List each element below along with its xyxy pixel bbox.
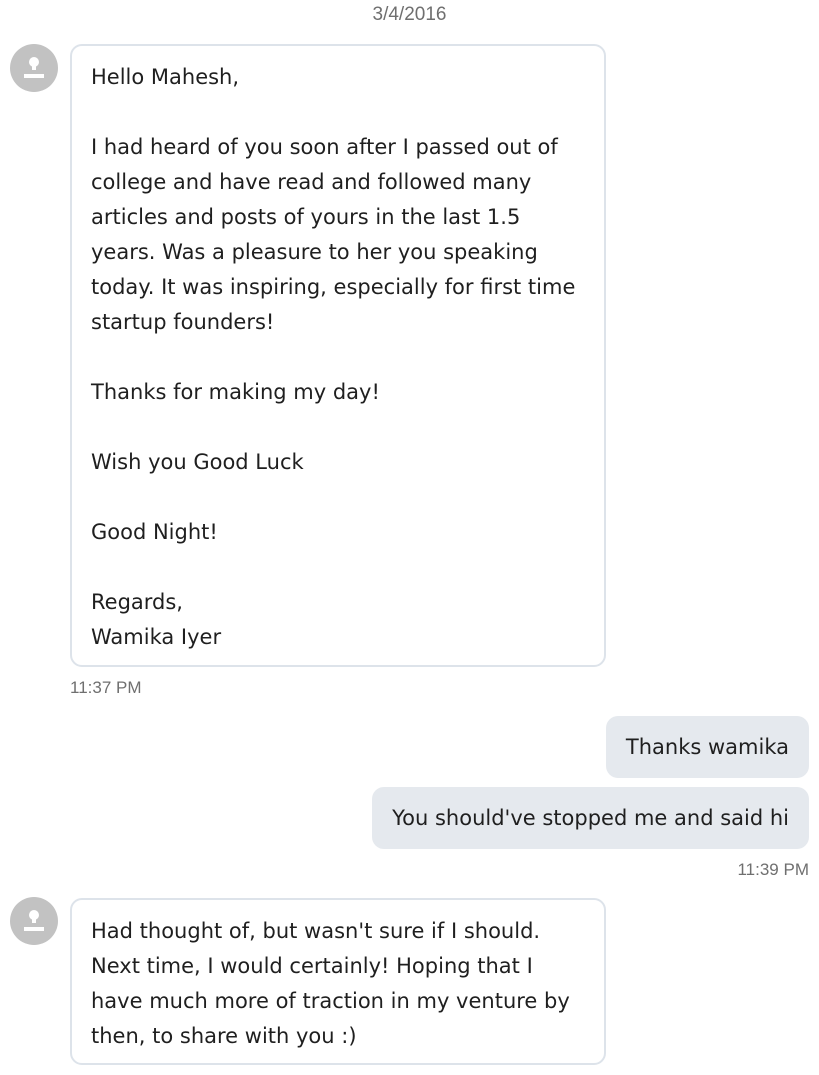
message-timestamp: 11:37 PM [70,678,142,697]
date-separator: 3/4/2016 [372,4,447,25]
sender-avatar-icon[interactable] [10,44,58,92]
message-bubble-outgoing[interactable]: You should've stopped me and said hi [372,787,809,849]
message-timestamp: 11:39 PM [737,860,809,879]
message-bubble-incoming[interactable]: Hello Mahesh, I had heard of you soon af… [70,44,606,667]
sender-avatar-icon[interactable] [10,897,58,945]
message-bubble-incoming[interactable]: Had thought of, but wasn't sure if I sho… [70,898,606,1065]
message-bubble-outgoing[interactable]: Thanks wamika [605,716,809,778]
